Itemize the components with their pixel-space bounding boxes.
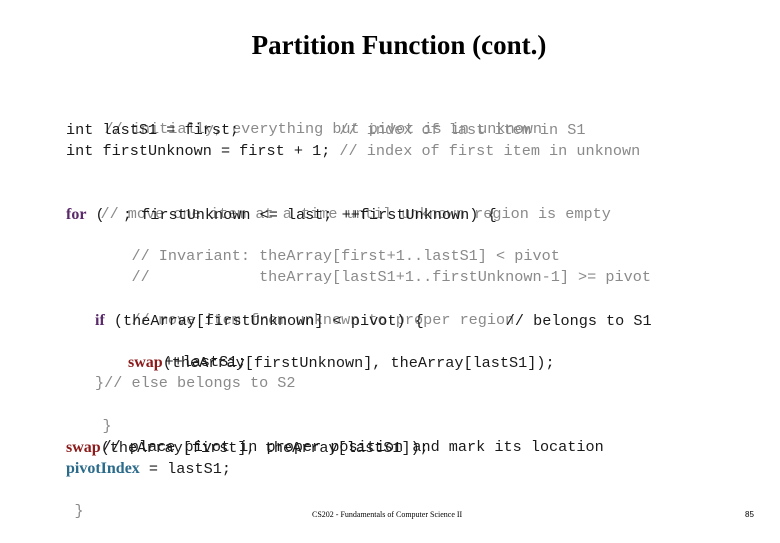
code-text: } (95, 374, 105, 392)
code-text: int lastS1 = first; (66, 121, 340, 139)
keyword-if: if (95, 312, 105, 329)
code-comment: // index of last item in S1 (339, 121, 586, 139)
code-text: } (74, 502, 84, 520)
code-line: int lastS1 = first; // index of last ite… (66, 120, 586, 141)
slide-footer: CS202 - Fundamentals of Computer Science… (312, 510, 463, 519)
code-comment: // else belongs to S2 (104, 374, 296, 392)
code-line: } (38, 480, 84, 543)
code-line: swap(theArray[firstUnknown], theArray[la… (128, 352, 555, 374)
code-text: int firstUnknown = first + 1; (66, 142, 340, 160)
code-comment: // belongs to S1 (505, 312, 652, 330)
function-swap: swap (66, 439, 101, 456)
code-comment: // index of first item in unknown (339, 142, 641, 160)
code-text: (theArray[firstUnknown] < pivot) { (104, 312, 506, 330)
code-line: }// else belongs to S2 (95, 373, 296, 394)
variable-pivotindex: pivotIndex (66, 460, 140, 477)
code-line: swap(theArray[first], theArray[lastS1]); (66, 437, 429, 459)
code-line: if (theArray[firstUnknown] < pivot) { //… (95, 310, 652, 332)
code-comment: // theArray[lastS1+1..firstUnknown-1] >=… (131, 268, 651, 286)
code-text: ( ; firstUnknown <= last; ++firstUnknown… (86, 206, 497, 224)
function-swap: swap (128, 354, 163, 371)
code-text: = lastS1; (139, 460, 231, 478)
code-line: pivotIndex = lastS1; (66, 458, 231, 480)
code-text: (theArray[firstUnknown], theArray[lastS1… (162, 354, 555, 372)
slide-title: Partition Function (cont.) (251, 30, 547, 60)
code-line: for ( ; firstUnknown <= last; ++firstUnk… (66, 204, 497, 226)
page-number: 85 (745, 510, 754, 519)
code-text: (theArray[first], theArray[lastS1]); (100, 439, 429, 457)
keyword-for: for (66, 206, 87, 223)
code-line: int firstUnknown = first + 1; // index o… (66, 141, 640, 162)
